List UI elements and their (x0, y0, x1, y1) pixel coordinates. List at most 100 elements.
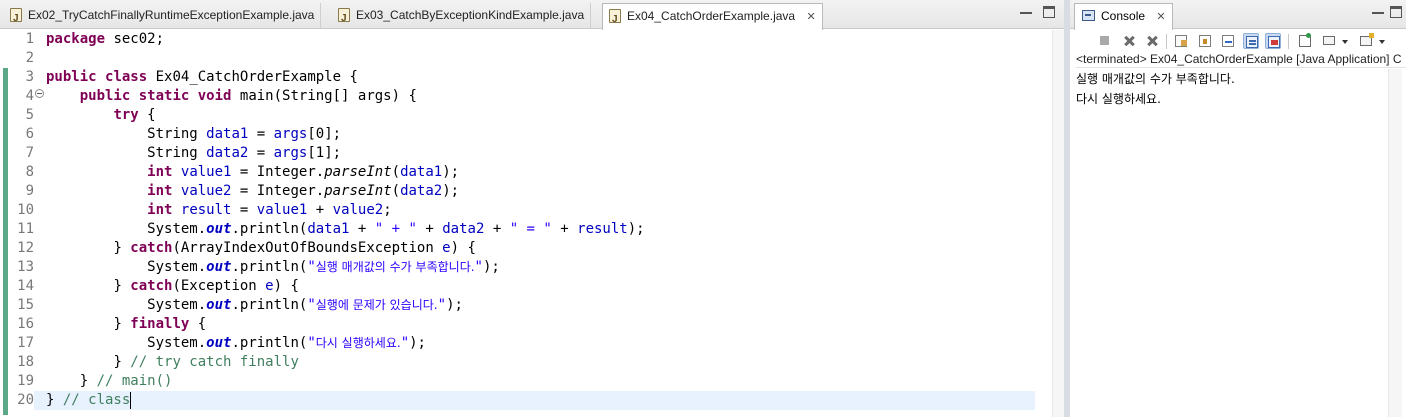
local-variable: data2 (206, 145, 249, 161)
tab-console[interactable]: Console ✕ (1074, 3, 1173, 30)
comment: // try catch finally (130, 354, 299, 370)
code-line-4: public static void main(String[] args) { (46, 87, 417, 106)
line-number: 18 (17, 354, 34, 370)
code-text: Ex04_CatchOrderExample { (147, 69, 358, 85)
code-line-9: int value2 = Integer.parseInt(data2); (46, 182, 459, 201)
quote: " (307, 259, 316, 275)
keyword: public (46, 69, 97, 85)
comment: // class (62, 392, 131, 408)
java-editor: Ex02_TryCatchFinallyRuntimeExceptionExam… (0, 0, 1064, 417)
code-text: ( (391, 164, 401, 180)
chevron-down-icon[interactable] (1342, 40, 1348, 44)
code-text: main(String[] args) { (231, 88, 417, 104)
string-literal: "실행에 문제가 있습니다." (307, 297, 446, 313)
code-text: } (113, 316, 131, 332)
maximize-icon[interactable] (1043, 6, 1055, 18)
console-process-label: <terminated> Ex04_CatchOrderExample [Jav… (1076, 51, 1406, 68)
close-icon[interactable]: ✕ (806, 5, 815, 29)
local-variable: args (273, 145, 308, 161)
scroll-lock-icon[interactable] (1197, 33, 1213, 49)
code-text: System. (147, 221, 207, 237)
code-line-20: } // class (34, 391, 1035, 410)
minimize-icon[interactable] (1020, 6, 1032, 14)
code-text: = (248, 145, 274, 161)
quote: " (307, 335, 316, 351)
code-text: ) { (273, 278, 299, 294)
line-number: 6 (25, 126, 34, 142)
code-text: + (416, 221, 443, 237)
local-variable: value2 (180, 183, 232, 199)
remove-launch-icon[interactable] (1121, 33, 1137, 49)
editor-text-area[interactable]: 1 2 3 4 5 6 7 8 9 10 11 12 13 14 15 16 1… (0, 30, 1052, 417)
chevron-down-icon[interactable] (1379, 40, 1385, 44)
code-text: } (79, 373, 97, 389)
fold-collapse-icon[interactable] (35, 89, 44, 98)
show-stdout-icon[interactable] (1243, 33, 1259, 49)
code-line-8: int value1 = Integer.parseInt(data1); (46, 163, 459, 182)
minimize-icon[interactable] (1372, 6, 1384, 14)
keyword: static (138, 88, 190, 104)
code-text: + (551, 221, 578, 237)
tab-ex04[interactable]: Ex04_CatchOrderExample.java ✕ (602, 3, 823, 32)
code-text: ); (442, 183, 460, 199)
code-text: [0]; (307, 126, 342, 142)
static-field: out (206, 259, 232, 275)
show-stderr-icon[interactable] (1265, 33, 1281, 49)
korean-text: 실행에 문제가 있습니다. (315, 298, 438, 312)
tab-ex03[interactable]: Ex03_CatchByExceptionKindExample.java (332, 3, 592, 31)
editor-tab-bar: Ex02_TryCatchFinallyRuntimeExceptionExam… (0, 0, 1064, 32)
display-selected-console-icon[interactable] (1321, 33, 1337, 49)
string-literal: " = " (509, 221, 552, 237)
overview-ruler[interactable] (1036, 30, 1052, 417)
line-number: 11 (17, 221, 34, 237)
local-variable: data1 (307, 221, 350, 237)
tab-ex02[interactable]: Ex02_TryCatchFinallyRuntimeExceptionExam… (4, 3, 322, 31)
code-text: System. (147, 297, 207, 313)
code-text: ( (391, 183, 401, 199)
local-variable: args (273, 126, 308, 142)
code-text: = (248, 126, 274, 142)
code-text: } (113, 354, 131, 370)
java-file-icon (338, 7, 350, 31)
pin-console-icon[interactable] (1297, 33, 1313, 49)
close-icon[interactable]: ✕ (1156, 5, 1165, 29)
string-literal: " + " (374, 221, 417, 237)
open-console-icon[interactable] (1358, 33, 1374, 49)
clear-console-icon[interactable] (1173, 33, 1189, 49)
line-number: 5 (25, 107, 34, 123)
code-text: = (231, 202, 257, 218)
keyword: finally (130, 316, 190, 332)
console-vertical-scrollbar[interactable] (1388, 69, 1402, 417)
console-tab-bar: Console ✕ (1070, 0, 1406, 30)
static-field: out (206, 335, 232, 351)
remove-all-terminated-icon[interactable] (1144, 33, 1160, 49)
console-output[interactable]: 실행 매개값의 수가 부족합니다. 다시 실행하세요. (1076, 69, 1382, 109)
word-wrap-icon[interactable] (1220, 33, 1236, 49)
code-line-13: System.out.println("실행 매개값의 수가 부족합니다."); (46, 258, 500, 277)
editor-vertical-scrollbar[interactable] (1052, 30, 1064, 417)
code-text: ); (446, 297, 463, 313)
maximize-icon[interactable] (1390, 6, 1402, 18)
line-number-ruler: 1 2 3 4 5 6 7 8 9 10 11 12 13 14 15 16 1… (8, 30, 34, 417)
keyword: catch (130, 278, 173, 294)
terminate-icon[interactable] (1097, 33, 1113, 49)
local-variable: e (442, 240, 451, 256)
static-method: parseInt (324, 164, 392, 180)
code-text: { (189, 316, 207, 332)
keyword: package (46, 31, 106, 47)
line-number: 14 (17, 278, 34, 294)
code-line-19: } // main() (46, 372, 173, 391)
code-line-1: package sec02; (46, 30, 164, 49)
code-text: = Integer. (231, 164, 325, 180)
console-icon (1082, 10, 1095, 21)
string-literal: "다시 실행하세요." (307, 335, 409, 351)
line-number: 3 (25, 69, 34, 85)
